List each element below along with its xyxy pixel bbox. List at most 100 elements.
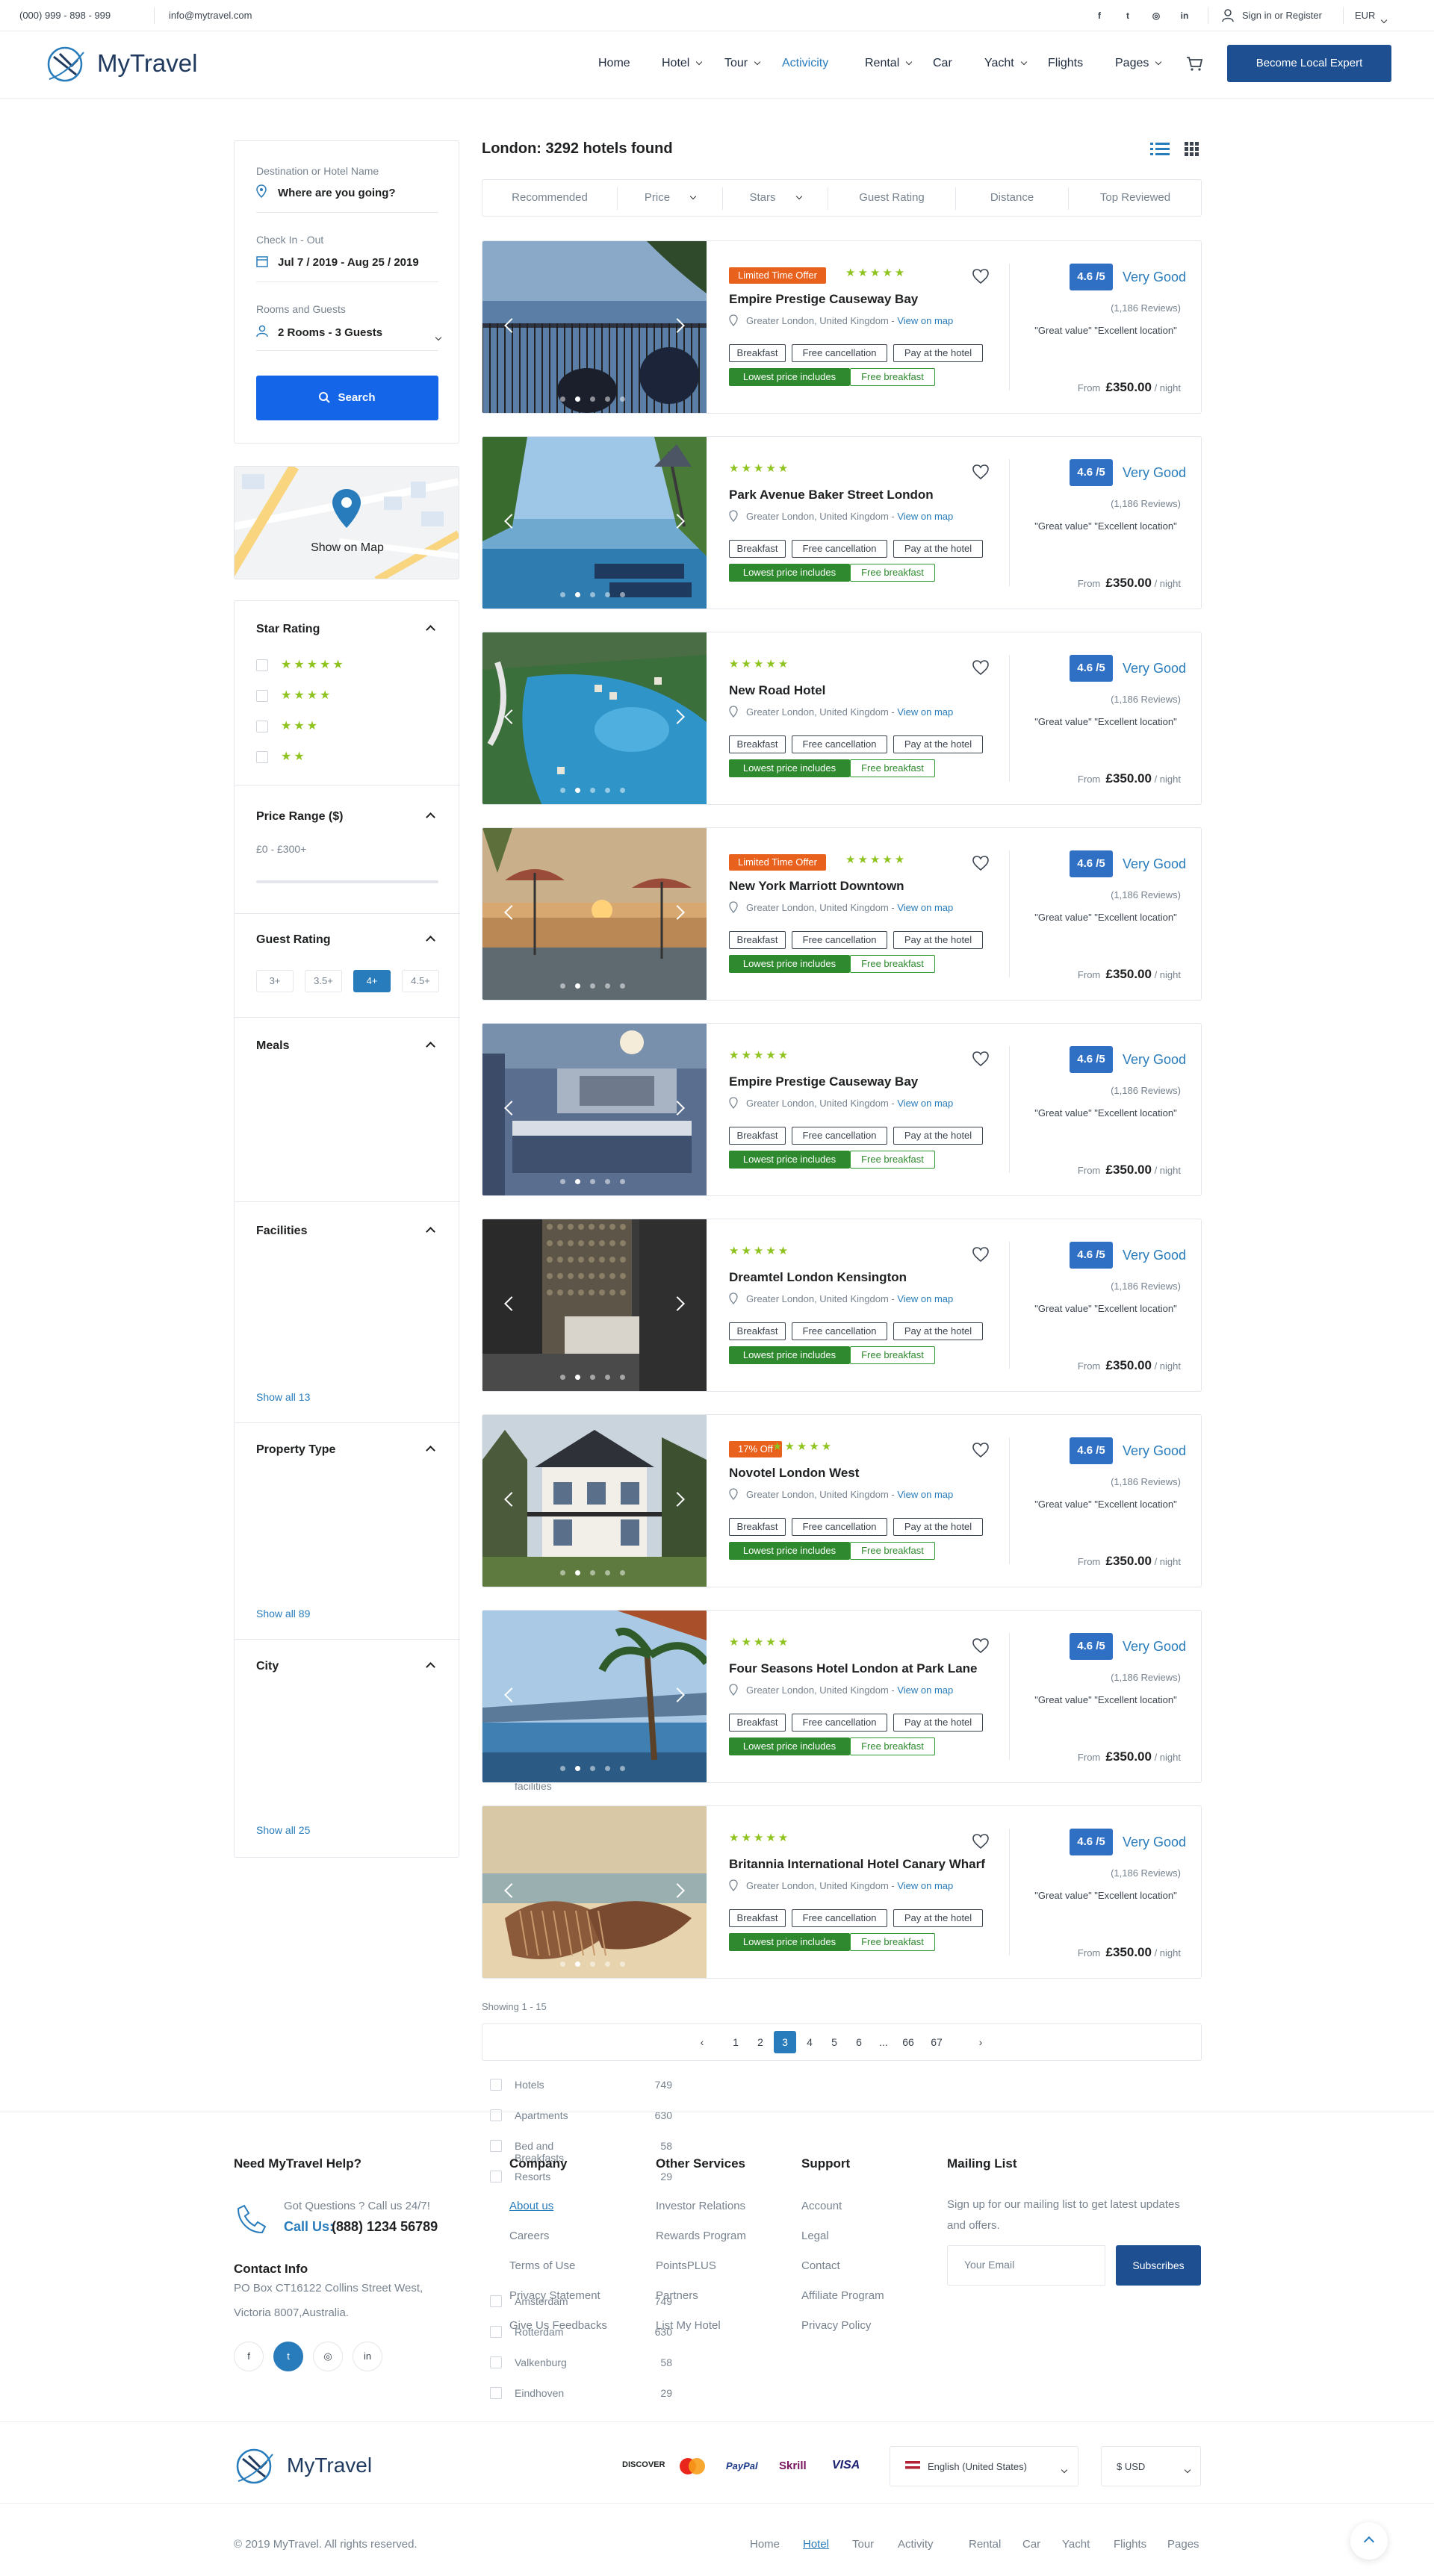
hotel-image-carousel[interactable] [482,241,707,413]
guest-rating-4-5[interactable]: 4.5+ [402,970,439,992]
company-link[interactable]: Privacy Statement [509,2289,600,2302]
twitter-icon[interactable]: t [1120,8,1135,23]
carousel-dot[interactable] [605,788,610,793]
services-link[interactable]: Partners [656,2289,698,2302]
page-link[interactable]: 4 [798,2031,821,2053]
city-checkbox[interactable] [490,2387,502,2399]
view-on-map-link[interactable]: View on map [897,1098,953,1109]
review-count[interactable]: (1,186 Reviews) [1039,1867,1181,1879]
chevron-up-icon[interactable] [426,812,435,822]
carousel-dot[interactable] [575,1375,580,1380]
view-on-map-link[interactable]: View on map [897,511,953,522]
grid-view-icon[interactable] [1185,142,1199,157]
hotel-name[interactable]: New Road Hotel [729,683,825,698]
email-field[interactable]: Your Email [947,2245,1105,2286]
review-count[interactable]: (1,186 Reviews) [1039,1672,1181,1683]
footer-nav-link[interactable]: Tour [852,2538,874,2551]
carousel-dot[interactable] [560,396,565,402]
hotel-card[interactable]: 17% Off ★★★★★ Novotel London West Greate… [482,1414,1202,1587]
city-show-all[interactable]: Show all 25 [256,1824,310,1836]
currency-select[interactable]: EUR [1355,10,1375,21]
chevron-up-icon[interactable] [426,1662,435,1672]
star-5-checkbox[interactable] [256,659,268,671]
view-on-map-link[interactable]: View on map [897,706,953,718]
heart-icon[interactable] [972,854,990,872]
map-card[interactable]: Show on Map [234,466,459,579]
footer-nav-link[interactable]: Pages [1167,2538,1199,2551]
nav-tour[interactable]: Tour [724,57,761,70]
rooms-input[interactable]: 2 Rooms - 3 Guests [278,326,382,339]
carousel-dot[interactable] [620,1961,625,1967]
signin-link[interactable]: Sign in or Register [1242,10,1322,21]
carousel-dot[interactable] [575,788,580,793]
hotel-image-carousel[interactable] [482,828,707,1000]
facebook-icon[interactable]: f [1092,8,1107,23]
instagram-icon[interactable]: ◎ [313,2342,343,2371]
carousel-dot[interactable] [590,1179,595,1184]
company-link[interactable]: Careers [509,2230,549,2242]
hotel-card[interactable]: ★★★★★ Four Seasons Hotel London at Park … [482,1610,1202,1783]
services-link[interactable]: Investor Relations [656,2200,745,2212]
carousel-dot[interactable] [620,396,625,402]
view-on-map-link[interactable]: View on map [897,902,953,913]
carousel-dot[interactable] [560,1375,565,1380]
carousel-dot[interactable] [560,1570,565,1575]
hotel-image-carousel[interactable] [482,1415,707,1587]
guest-rating-3-5[interactable]: 3.5+ [305,970,342,992]
nav-activicity[interactable]: Activicity [782,57,828,70]
hotel-name[interactable]: Novotel London West [729,1466,859,1481]
heart-icon[interactable] [972,659,990,676]
hotel-image-carousel[interactable] [482,1024,707,1195]
facilities-show-all[interactable]: Show all 13 [256,1391,310,1403]
chevron-up-icon[interactable] [426,1227,435,1236]
heart-icon[interactable] [972,1245,990,1263]
nav-home[interactable]: Home [598,57,630,70]
star-4-checkbox[interactable] [256,690,268,702]
carousel-dot[interactable] [575,592,580,597]
heart-icon[interactable] [972,1637,990,1655]
dates-input[interactable]: Jul 7 / 2019 - Aug 25 / 2019 [278,256,419,269]
carousel-dot[interactable] [620,1179,625,1184]
review-count[interactable]: (1,186 Reviews) [1039,302,1181,314]
sort-distance[interactable]: Distance [956,191,1068,204]
linkedin-icon[interactable]: in [353,2342,382,2371]
view-on-map-link[interactable]: View on map [897,1293,953,1304]
hotel-card[interactable]: ★★★★★ Britannia International Hotel Cana… [482,1805,1202,1979]
carousel-dot[interactable] [590,1375,595,1380]
currency-footer-select[interactable]: $ USD [1101,2446,1201,2486]
hotel-name[interactable]: Dreamtel London Kensington [729,1270,907,1285]
carousel-dot[interactable] [590,396,595,402]
next-page-icon[interactable]: › [969,2031,992,2053]
chevron-up-icon[interactable] [426,936,435,945]
carousel-dot[interactable] [605,983,610,989]
destination-input[interactable]: Where are you going? [278,187,396,199]
sort-price[interactable]: Price [618,191,722,204]
support-link[interactable]: Account [801,2200,842,2212]
company-link[interactable]: Terms of Use [509,2259,575,2272]
hotel-card[interactable]: Limited Time Offer ★★★★★ Empire Prestige… [482,240,1202,414]
price-slider-track[interactable] [256,880,438,883]
company-link[interactable]: Give Us Feedbacks [509,2319,607,2332]
twitter-icon[interactable]: t [273,2342,303,2371]
carousel-dot[interactable] [575,1570,580,1575]
search-button[interactable]: Search [256,376,438,420]
carousel-dot[interactable] [560,1179,565,1184]
prev-page-icon[interactable]: ‹ [691,2031,713,2053]
carousel-dot[interactable] [560,1766,565,1771]
brand-name[interactable]: MyTravel [97,49,197,78]
heart-icon[interactable] [972,1050,990,1068]
carousel-dot[interactable] [605,1570,610,1575]
star-2-checkbox[interactable] [256,751,268,763]
carousel-dot[interactable] [575,396,580,402]
review-count[interactable]: (1,186 Reviews) [1039,1085,1181,1096]
hotel-name[interactable]: Park Avenue Baker Street London [729,488,934,503]
carousel-dot[interactable] [590,592,595,597]
sort-stars[interactable]: Stars [723,191,828,204]
city-checkbox[interactable] [490,2295,502,2307]
nav-yacht[interactable]: Yacht [984,57,1027,70]
carousel-dot[interactable] [605,592,610,597]
review-count[interactable]: (1,186 Reviews) [1039,889,1181,900]
services-link[interactable]: PointsPLUS [656,2259,716,2272]
guest-rating-3[interactable]: 3+ [256,970,294,992]
carousel-dot[interactable] [620,788,625,793]
